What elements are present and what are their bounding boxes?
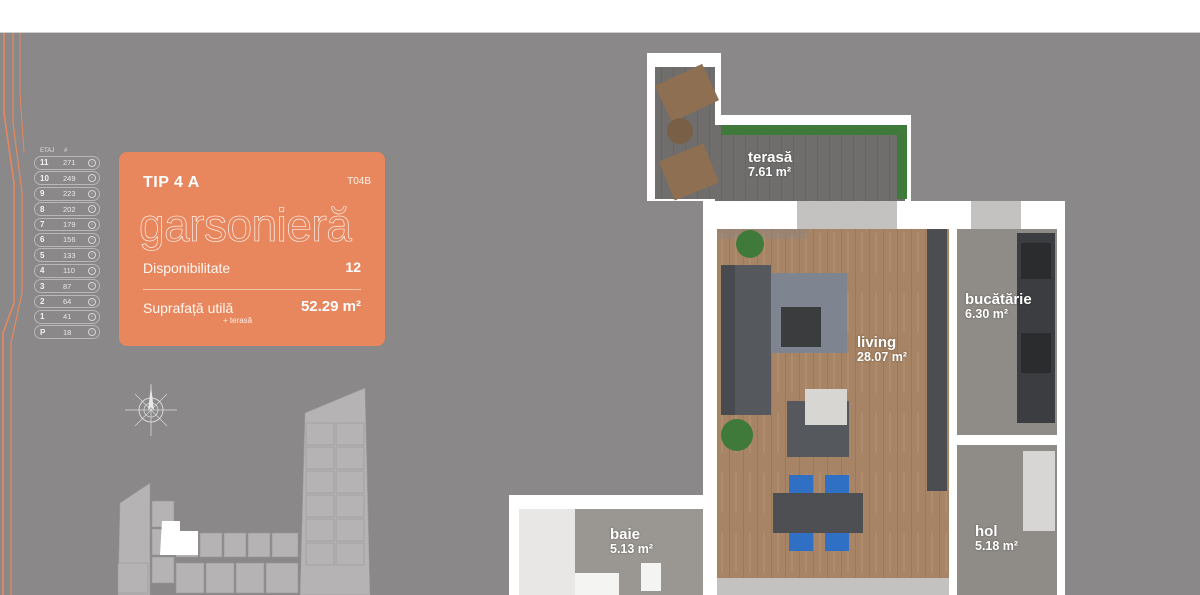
floor-row-2[interactable]: 2 64 › xyxy=(34,294,100,309)
floor-row-6[interactable]: 6 156 › xyxy=(34,232,100,247)
floor-value: 41 xyxy=(63,312,72,322)
edge-decoration xyxy=(2,33,25,595)
chevron-right-icon[interactable]: › xyxy=(88,266,96,275)
chevron-right-icon[interactable]: › xyxy=(88,235,96,244)
floor-row-8[interactable]: 8 202 › xyxy=(34,202,100,216)
room-kitchen-label: bucătărie 6.30 m² xyxy=(965,292,1032,321)
floor-selector-header: ETAJ # xyxy=(34,146,100,156)
room-bathroom-area: 5.13 m² xyxy=(610,541,654,556)
floor-number: 9 xyxy=(40,189,45,199)
floor-row-3[interactable]: 3 87 › xyxy=(34,279,100,293)
floor-number: 1 xyxy=(40,312,45,322)
floor-selector: ETAJ # 11 271 › 10 249 › 9 223 › 8 202 › 7 179 › 6 156 › 5… xyxy=(34,146,100,341)
floor-number: 11 xyxy=(40,158,49,168)
chevron-right-icon[interactable]: › xyxy=(88,282,96,291)
room-living-area: 28.07 m² xyxy=(857,349,908,364)
room-terrace-name: terasă xyxy=(748,149,793,166)
room-kitchen-area: 6.30 m² xyxy=(965,306,1009,321)
floor-row-5[interactable]: 5 133 › xyxy=(34,248,100,263)
usable-area-sublabel: + terasă xyxy=(223,316,253,325)
floor-value: 133 xyxy=(63,250,76,260)
floor-number: P xyxy=(40,327,46,337)
room-terrace-label: terasă 7.61 m² xyxy=(748,150,792,179)
top-bar xyxy=(0,0,1200,33)
room-hall-name: hol xyxy=(975,523,998,540)
room-bathroom-name: baie xyxy=(610,526,641,543)
chevron-right-icon[interactable]: › xyxy=(88,159,96,167)
apartment-info-card: TIP 4 A T04B garsonieră Disponibilitate … xyxy=(119,152,385,346)
floor-number: 8 xyxy=(40,204,45,214)
floor-row-10[interactable]: 10 249 › xyxy=(34,171,100,186)
floorplan-canvas: ETAJ # 11 271 › 10 249 › 9 223 › 8 202 › 7 179 › 6 156 › 5… xyxy=(0,33,1200,595)
floor-number: 3 xyxy=(40,281,45,291)
room-kitchen-name: bucătărie xyxy=(965,291,1032,308)
room-living-label: living 28.07 m² xyxy=(857,335,907,364)
floor-row-9[interactable]: 9 223 › xyxy=(34,186,100,201)
floor-value: 202 xyxy=(63,204,76,214)
chevron-right-icon[interactable]: › xyxy=(88,312,96,321)
availability-value: 12 xyxy=(345,259,361,275)
floor-value: 64 xyxy=(63,296,72,306)
floor-value: 271 xyxy=(63,158,76,168)
floor-row-7[interactable]: 7 179 › xyxy=(34,217,100,232)
room-living-name: living xyxy=(857,334,897,351)
floor-row-p[interactable]: P 18 › xyxy=(34,325,100,340)
chevron-right-icon[interactable]: › xyxy=(88,328,96,337)
floor-value: 223 xyxy=(63,189,76,199)
floor-header-label: ETAJ xyxy=(40,148,55,154)
usable-area-label: Suprafață utilă xyxy=(143,300,234,316)
availability-label: Disponibilitate xyxy=(143,260,231,276)
floor-value: 179 xyxy=(63,219,76,229)
floor-value: 87 xyxy=(63,281,72,291)
card-divider xyxy=(143,289,361,290)
room-hall-label: hol 5.18 m² xyxy=(975,524,1018,553)
floor-value: 156 xyxy=(63,235,76,245)
floor-number: 4 xyxy=(40,266,45,276)
floor-row-11[interactable]: 11 271 › xyxy=(34,156,100,170)
floor-row-1[interactable]: 1 41 › xyxy=(34,309,100,324)
chevron-right-icon[interactable]: › xyxy=(88,205,96,214)
chevron-right-icon[interactable]: › xyxy=(88,251,96,260)
apartment-kind: garsonieră xyxy=(139,199,352,252)
apartment-type: TIP 4 A xyxy=(143,174,200,191)
floor-number: 7 xyxy=(40,219,45,229)
site-plan-map xyxy=(117,387,371,595)
floor-number: 10 xyxy=(40,173,49,183)
usable-area-value: 52.29 m² xyxy=(300,298,361,315)
chevron-right-icon[interactable]: › xyxy=(88,189,96,198)
room-terrace-area: 7.61 m² xyxy=(748,164,792,179)
floor-row-4[interactable]: 4 110 › xyxy=(34,263,100,278)
floor-value: 110 xyxy=(63,266,75,276)
floor-number: 2 xyxy=(40,296,45,306)
floor-number: 5 xyxy=(40,250,45,260)
room-hall-area: 5.18 m² xyxy=(975,538,1019,553)
chevron-right-icon[interactable]: › xyxy=(88,174,96,183)
floor-value: 249 xyxy=(63,173,76,183)
apartment-code: T04B xyxy=(347,176,371,187)
floor-number: 6 xyxy=(40,235,45,245)
room-bathroom-label: baie 5.13 m² xyxy=(610,527,653,556)
price-header-label: # xyxy=(64,148,68,154)
chevron-right-icon[interactable]: › xyxy=(88,220,96,229)
floor-value: 18 xyxy=(63,327,72,337)
chevron-right-icon[interactable]: › xyxy=(88,297,96,306)
